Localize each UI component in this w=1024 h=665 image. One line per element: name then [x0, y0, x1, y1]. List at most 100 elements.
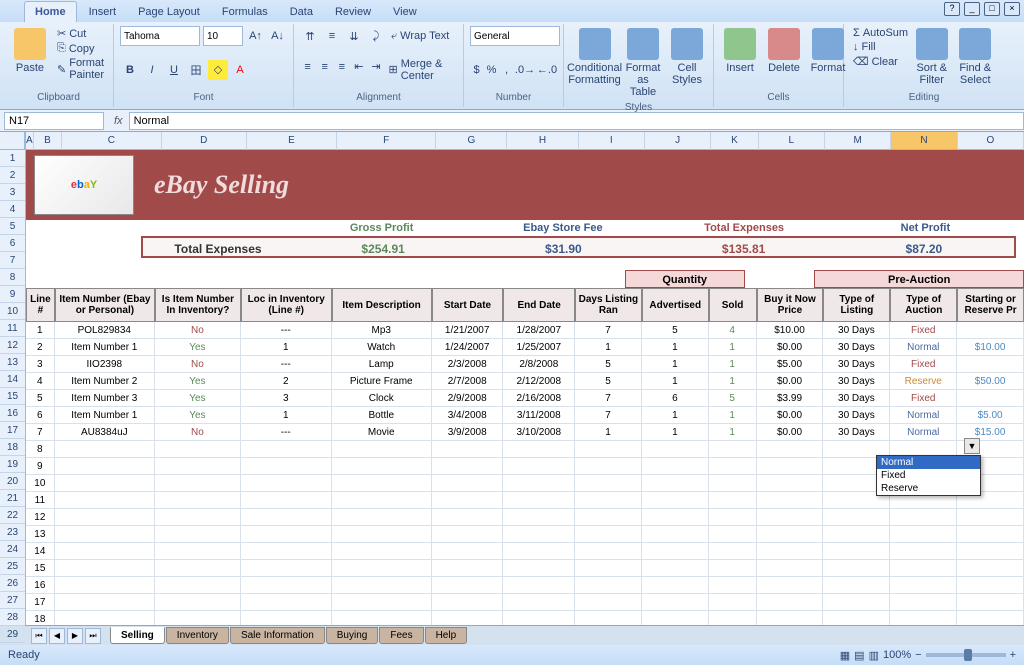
table-cell[interactable] [575, 526, 642, 543]
table-cell[interactable]: $5.00 [757, 356, 824, 373]
border-button[interactable]: 田 [186, 60, 206, 80]
table-cell[interactable] [432, 594, 504, 611]
col-header-A[interactable]: A [26, 132, 34, 150]
table-cell[interactable]: 7 [26, 424, 55, 441]
table-cell[interactable] [957, 509, 1024, 526]
table-cell[interactable]: 2/12/2008 [503, 373, 575, 390]
row-header-4[interactable]: 4 [0, 201, 25, 218]
table-row[interactable]: 1POL829834No---Mp31/21/20071/28/2007754$… [26, 322, 1024, 339]
table-cell[interactable] [241, 594, 332, 611]
row-header-6[interactable]: 6 [0, 235, 25, 252]
table-cell[interactable]: --- [241, 424, 332, 441]
italic-button[interactable]: I [142, 60, 162, 80]
table-cell[interactable]: 7 [575, 407, 642, 424]
table-cell[interactable] [332, 543, 432, 560]
tab-insert[interactable]: Insert [79, 2, 127, 22]
table-row[interactable]: 12 [26, 509, 1024, 526]
fill-button[interactable]: ↓Fill [850, 40, 911, 54]
table-cell[interactable] [155, 594, 241, 611]
table-cell[interactable] [823, 594, 890, 611]
col-header-E[interactable]: E [247, 132, 337, 150]
table-cell[interactable]: Picture Frame [332, 373, 432, 390]
table-cell[interactable] [957, 390, 1024, 407]
table-cell[interactable] [332, 594, 432, 611]
table-cell[interactable] [957, 594, 1024, 611]
table-cell[interactable] [432, 577, 504, 594]
row-header-14[interactable]: 14 [0, 371, 25, 388]
table-cell[interactable] [332, 492, 432, 509]
table-cell[interactable]: $0.00 [757, 424, 824, 441]
table-cell[interactable] [575, 458, 642, 475]
table-cell[interactable]: $3.99 [757, 390, 824, 407]
row-header-11[interactable]: 11 [0, 320, 25, 337]
table-cell[interactable] [709, 594, 757, 611]
table-cell[interactable] [575, 543, 642, 560]
table-cell[interactable]: 30 Days [823, 373, 890, 390]
row-header-13[interactable]: 13 [0, 354, 25, 371]
table-row[interactable]: 10 [26, 475, 1024, 492]
table-cell[interactable] [241, 441, 332, 458]
table-cell[interactable]: $0.00 [757, 373, 824, 390]
table-cell[interactable] [55, 543, 155, 560]
row-header-28[interactable]: 28 [0, 609, 25, 626]
percent-button[interactable]: % [485, 60, 498, 80]
table-cell[interactable]: No [155, 356, 241, 373]
table-cell[interactable] [155, 492, 241, 509]
bold-button[interactable]: B [120, 60, 140, 80]
table-cell[interactable]: Bottle [332, 407, 432, 424]
table-cell[interactable] [890, 611, 957, 625]
table-cell[interactable]: 3 [241, 390, 332, 407]
dropdown-option-fixed[interactable]: Fixed [877, 469, 980, 482]
table-cell[interactable] [155, 526, 241, 543]
table-row[interactable]: 8 [26, 441, 1024, 458]
table-cell[interactable] [332, 475, 432, 492]
table-cell[interactable]: Normal [890, 339, 957, 356]
table-cell[interactable]: 16 [26, 577, 55, 594]
table-cell[interactable]: 9 [26, 458, 55, 475]
font-color-button[interactable]: A [230, 60, 250, 80]
table-cell[interactable] [757, 441, 824, 458]
row-header-25[interactable]: 25 [0, 558, 25, 575]
table-cell[interactable]: Normal [890, 407, 957, 424]
table-cell[interactable] [241, 509, 332, 526]
table-cell[interactable]: 1 [642, 356, 709, 373]
select-all-corner[interactable] [0, 132, 25, 150]
table-cell[interactable]: Yes [155, 407, 241, 424]
table-cell[interactable]: 5 [575, 373, 642, 390]
grow-font-button[interactable]: A↑ [246, 26, 265, 46]
table-cell[interactable] [503, 492, 575, 509]
table-cell[interactable] [642, 475, 709, 492]
paste-button[interactable]: Paste [10, 26, 50, 76]
table-cell[interactable] [503, 611, 575, 625]
table-row[interactable]: 3IIO2398No---Lamp2/3/20082/8/2008511$5.0… [26, 356, 1024, 373]
table-cell[interactable] [575, 509, 642, 526]
table-cell[interactable] [332, 441, 432, 458]
table-cell[interactable]: 6 [26, 407, 55, 424]
table-cell[interactable]: 30 Days [823, 322, 890, 339]
table-cell[interactable] [757, 526, 824, 543]
col-header-K[interactable]: K [711, 132, 758, 150]
table-cell[interactable]: 2/16/2008 [503, 390, 575, 407]
table-cell[interactable]: 1/25/2007 [503, 339, 575, 356]
format-button[interactable]: Format [808, 26, 848, 76]
table-cell[interactable]: Item Number 2 [55, 373, 155, 390]
table-cell[interactable] [155, 560, 241, 577]
col-header-B[interactable]: B [34, 132, 62, 150]
table-cell[interactable]: 11 [26, 492, 55, 509]
zoom-slider[interactable] [926, 653, 1006, 657]
table-cell[interactable] [432, 492, 504, 509]
table-cell[interactable] [241, 611, 332, 625]
table-cell[interactable]: 7 [575, 390, 642, 407]
sheet-tab-fees[interactable]: Fees [379, 627, 423, 644]
table-row[interactable]: 7AU8384uJNo---Movie3/9/20083/10/2008111$… [26, 424, 1024, 441]
table-cell[interactable] [575, 560, 642, 577]
table-cell[interactable]: $0.00 [757, 407, 824, 424]
comma-button[interactable]: , [500, 60, 513, 80]
table-cell[interactable]: Fixed [890, 322, 957, 339]
table-cell[interactable] [709, 560, 757, 577]
row-header-17[interactable]: 17 [0, 422, 25, 439]
table-cell[interactable]: Yes [155, 339, 241, 356]
clear-button[interactable]: ⌫Clear [850, 54, 911, 69]
table-cell[interactable] [642, 611, 709, 625]
table-cell[interactable] [709, 577, 757, 594]
